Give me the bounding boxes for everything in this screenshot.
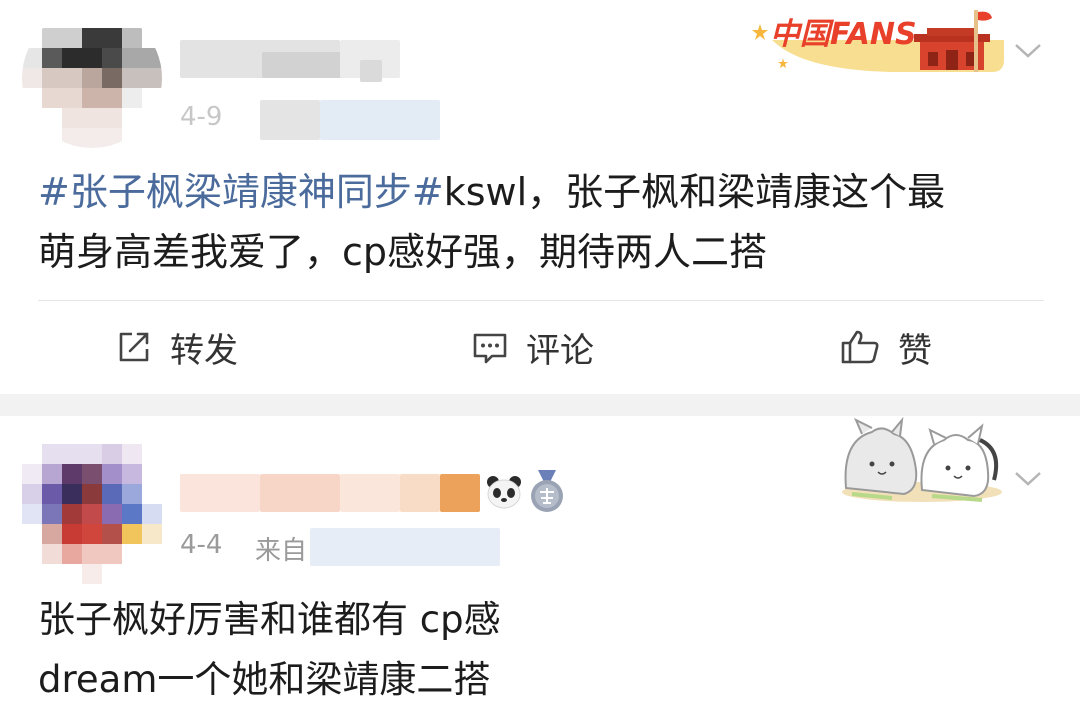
username-blur-part (440, 474, 480, 512)
repost-button[interactable]: 转发 (116, 322, 238, 372)
thumbs-up-icon (841, 330, 879, 364)
divider (38, 300, 1044, 301)
like-label: 赞 (898, 330, 932, 371)
username-blur-part (360, 60, 382, 82)
comment-label: 评论 (526, 330, 594, 371)
post-text-line2: 萌身高差我爱了，cp感好强，期待两人二搭 (38, 230, 768, 274)
post-card: 4-9 中国FANS #张子枫梁靖康神同步#kswl，张子枫和梁靖康这个最 萌身… (0, 0, 1080, 394)
post-text-line2: dream一个她和梁靖康二搭 (38, 658, 491, 701)
post-source (260, 100, 320, 140)
chevron-down-icon[interactable] (1014, 464, 1042, 492)
username[interactable] (180, 474, 260, 512)
avatar[interactable] (22, 444, 162, 584)
post-source-prefix: 来自 (255, 536, 308, 566)
chevron-down-icon[interactable] (1014, 36, 1042, 64)
post-source-blur (320, 100, 440, 140)
comment-icon (473, 333, 507, 364)
china-fans-badge: 中国FANS (742, 0, 1012, 80)
share-icon (119, 332, 149, 362)
post-source (310, 528, 500, 566)
panda-icon (484, 472, 524, 512)
post-time: 4-9 (180, 102, 223, 132)
username-blur-part (340, 474, 400, 512)
post-time: 4-4 (180, 530, 223, 560)
post-text-line1: kswl，张子枫和梁靖康这个最 (443, 170, 946, 214)
username-blur-part (400, 474, 440, 512)
china-fans-text: 中国FANS (770, 17, 917, 52)
post-text-line1: 张子枫好厉害和谁都有 cp感 (38, 598, 501, 641)
username-blur-part (262, 52, 342, 78)
post-text: #张子枫梁靖康神同步#kswl，张子枫和梁靖康这个最 (38, 162, 945, 222)
avatar[interactable] (22, 8, 162, 148)
medal-icon (526, 468, 568, 514)
like-button[interactable]: 赞 (840, 322, 932, 372)
username-blur-part (260, 474, 340, 512)
cartoon-cats-sticker (832, 410, 1012, 510)
comment-button[interactable]: 评论 (472, 322, 594, 372)
repost-label: 转发 (170, 330, 238, 371)
hashtag-link[interactable]: #张子枫梁靖康神同步# (38, 170, 444, 214)
post-card: 4-4 来自 张子枫好厉害和谁都有 cp感 dream一个她和梁靖康二搭 (0, 416, 1080, 717)
